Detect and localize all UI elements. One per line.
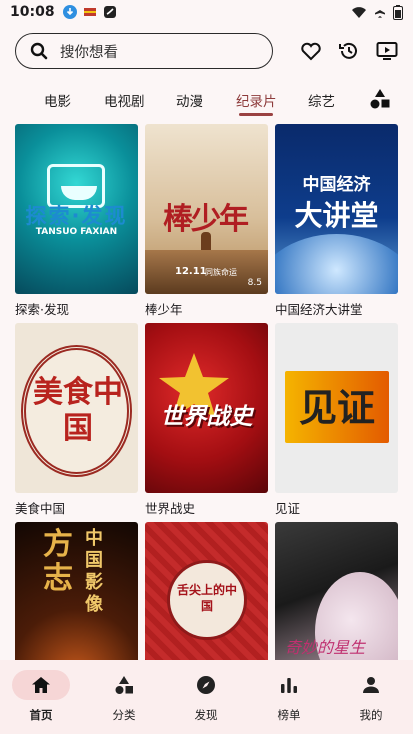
category-tabs: 电影 电视剧 动漫 纪录片 综艺: [0, 84, 413, 120]
category-icon: [115, 676, 133, 694]
tab-variety[interactable]: 综艺: [308, 90, 335, 110]
tab-tv-series[interactable]: 电视剧: [104, 90, 145, 110]
item-title: 中国经济大讲堂: [275, 302, 363, 317]
shapes-icon: [370, 89, 390, 109]
screen-cast-icon: [376, 42, 398, 60]
search-input[interactable]: 搜你想看: [15, 33, 273, 69]
status-time: 10:08: [10, 4, 55, 20]
person-icon: [363, 677, 379, 693]
tab-movie[interactable]: 电影: [44, 90, 71, 110]
history-button[interactable]: [337, 39, 361, 63]
compass-icon: [197, 676, 215, 694]
documentary-grid: 探索·发现 TANSUO FAXIAN 探索·发现 棒少年 12.11 同族命运…: [0, 124, 413, 660]
item-title: 世界战史: [145, 501, 196, 516]
list-item[interactable]: 中国经济 大讲堂 中国经济大讲堂: [275, 124, 398, 318]
item-title: 美食中国: [15, 501, 66, 516]
list-item[interactable]: 美食中国 美食中国: [15, 323, 138, 517]
item-title: 棒少年: [145, 302, 183, 317]
list-item[interactable]: 方志 中国影像: [15, 522, 138, 660]
rating-badge: 8.5: [247, 278, 262, 288]
poster-image: 探索·发现 TANSUO FAXIAN: [15, 124, 138, 294]
screen-cast-button[interactable]: [375, 39, 399, 63]
history-icon: [339, 42, 357, 59]
list-item[interactable]: 舌尖上的中国: [145, 522, 268, 660]
nav-profile[interactable]: 我的: [336, 670, 406, 723]
chart-icon: [281, 678, 297, 693]
poster-image: 中国经济 大讲堂: [275, 124, 398, 294]
search-row: 搜你想看: [15, 33, 401, 69]
nav-discover[interactable]: 发现: [171, 670, 241, 723]
item-title: 探索·发现: [15, 302, 69, 317]
favorite-button[interactable]: [299, 39, 323, 63]
search-icon: [30, 42, 48, 60]
app-icon: [103, 6, 116, 18]
list-item[interactable]: 奇妙的星生: [275, 522, 398, 660]
nav-home-pill: [12, 670, 70, 700]
list-item[interactable]: 见证 见证: [275, 323, 398, 517]
active-tab-indicator: [239, 113, 273, 116]
home-icon: [32, 677, 50, 693]
heart-icon: [301, 42, 321, 61]
poster-image: 舌尖上的中国: [145, 522, 268, 660]
poster-image: 奇妙的星生: [275, 522, 398, 660]
item-title: 见证: [275, 501, 301, 516]
download-icon: [62, 5, 77, 19]
list-item[interactable]: 探索·发现 TANSUO FAXIAN 探索·发现: [15, 124, 138, 318]
list-item[interactable]: 世界战史 世界战史: [145, 323, 268, 517]
poster-image: 见证: [275, 323, 398, 493]
list-item[interactable]: 棒少年 12.11 同族命运 8.5 棒少年: [145, 124, 268, 318]
poster-image: 棒少年 12.11 同族命运 8.5: [145, 124, 268, 294]
airplane-icon: [375, 6, 385, 18]
nav-category[interactable]: 分类: [89, 670, 159, 723]
battery-icon: [393, 4, 403, 20]
status-bar: 10:08: [0, 0, 413, 24]
flag-icon: [83, 8, 96, 16]
poster-image: 方志 中国影像: [15, 522, 138, 660]
search-placeholder: 搜你想看: [60, 44, 118, 61]
poster-image: 美食中国: [15, 323, 138, 493]
wifi-icon: [352, 7, 366, 18]
all-categories-button[interactable]: [369, 88, 391, 110]
tab-anime[interactable]: 动漫: [176, 90, 203, 110]
bottom-navigation: 首页 分类 发现 榜单 我的: [0, 660, 413, 734]
tab-documentary[interactable]: 纪录片: [236, 90, 277, 110]
poster-image: 世界战史: [145, 323, 268, 493]
nav-home[interactable]: 首页: [6, 670, 76, 723]
nav-ranking[interactable]: 榜单: [254, 670, 324, 723]
